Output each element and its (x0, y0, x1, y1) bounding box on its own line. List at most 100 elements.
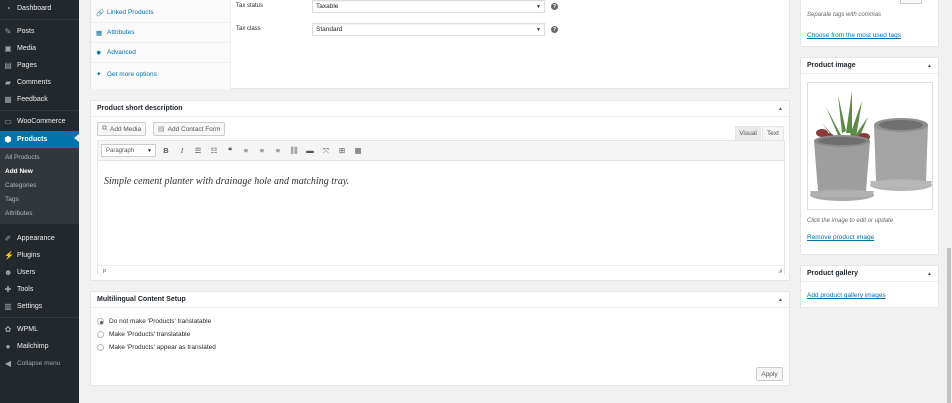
tab-attributes[interactable]: ▦ Attributes (91, 23, 230, 43)
menu-media[interactable]: ▣ Media (0, 41, 79, 56)
menu-appearance[interactable]: ✐ Appearance (0, 231, 79, 246)
product-icon: ⬢ (4, 134, 12, 144)
menu-separator (0, 317, 79, 318)
scrollbar-thumb[interactable] (947, 248, 951, 403)
page-scrollbar[interactable] (946, 0, 952, 403)
mailchimp-icon: ● (5, 341, 11, 351)
collapse-arrow-icon[interactable]: ▲ (927, 63, 932, 69)
menu-dashboard[interactable]: ◔ Dashboard (0, 1, 79, 16)
radio-button[interactable] (97, 331, 104, 338)
menu-label: Products (17, 136, 48, 143)
radio-button[interactable] (97, 318, 104, 325)
product-image-thumbnail[interactable] (807, 82, 933, 210)
product-gallery-panel: Product gallery ▲ Add product gallery im… (800, 265, 939, 308)
add-tag-button[interactable] (900, 0, 922, 4)
link-icon[interactable]: ⛓ (288, 144, 300, 157)
menu-mailchimp[interactable]: ● Mailchimp (0, 339, 79, 354)
menu-label: Settings (17, 303, 43, 310)
align-left-icon[interactable]: ≡ (240, 144, 252, 157)
blockquote-icon[interactable]: ❝ (224, 144, 236, 157)
menu-posts[interactable]: ✎ Posts (0, 24, 79, 39)
tab-text[interactable]: Text (762, 126, 784, 140)
help-icon[interactable]: ? (551, 26, 558, 33)
fullscreen-icon[interactable]: ⤧ (320, 144, 332, 157)
collapse-arrow-icon[interactable]: ▲ (778, 297, 783, 303)
element-path[interactable]: p (103, 268, 106, 274)
bold-icon[interactable]: B (160, 144, 172, 157)
wpml-icon: ✿ (4, 324, 12, 334)
radio-option-not-translatable[interactable]: Do not make 'Products' translatable (97, 318, 211, 325)
admin-sidebar: ◔ Dashboard ✎ Posts ▣ Media ▤ Pages ▰ Comment… (0, 0, 79, 403)
align-center-icon[interactable]: ≡ (256, 144, 268, 157)
radio-label: Make 'Products' translatable (109, 331, 191, 338)
brush-icon: ✐ (4, 233, 12, 243)
add-media-button[interactable]: ⧉ Add Media (97, 122, 147, 136)
users-icon: ☻ (4, 267, 13, 277)
table-icon[interactable]: ⊞ (336, 144, 348, 157)
product-data-panel: 🔗 Linked Products ▦ Attributes ✹ Advanced ✦… (90, 0, 790, 89)
align-right-icon[interactable]: ≡ (272, 144, 284, 157)
collapse-arrow-icon[interactable]: ▲ (778, 106, 783, 112)
tax-class-select[interactable]: Standard ▼ (312, 23, 545, 36)
radio-button[interactable] (97, 344, 104, 351)
apply-button[interactable]: Apply (756, 367, 783, 381)
plugin-icon: ✦ (96, 71, 102, 78)
menu-plugins[interactable]: ⚡ Plugins (0, 248, 79, 263)
menu-settings[interactable]: ▥ Settings (0, 299, 79, 314)
wrench-icon: ✚ (4, 284, 12, 294)
help-icon[interactable]: ? (551, 3, 558, 10)
menu-separator (0, 19, 79, 20)
remove-product-image-link[interactable]: Remove product image (807, 234, 874, 241)
panel-header[interactable]: Product image ▲ (801, 58, 938, 74)
menu-comments[interactable]: ▰ Comments (0, 75, 79, 90)
menu-wpml[interactable]: ✿ WPML (0, 322, 79, 337)
tab-advanced[interactable]: ✹ Advanced (91, 43, 230, 63)
collapse-arrow-icon[interactable]: ▲ (927, 271, 932, 277)
panel-title: Product image (807, 62, 856, 69)
submenu-add-new[interactable]: Add New (5, 168, 33, 175)
tab-label: Attributes (107, 29, 135, 36)
add-contact-form-button[interactable]: ▤ Add Contact Form (153, 122, 226, 136)
submenu-all-products[interactable]: All Products (5, 154, 40, 161)
editor-text[interactable]: Simple cement planter with drainage hole… (104, 176, 349, 187)
choose-tags-link[interactable]: Choose from the most used tags (807, 32, 901, 39)
tax-status-label: Tax status (236, 3, 264, 9)
tab-linked-products[interactable]: 🔗 Linked Products (91, 3, 230, 23)
read-more-icon[interactable]: ▬ (304, 144, 316, 157)
panel-header[interactable]: Multilingual Content Setup ▲ (91, 292, 789, 308)
menu-pages[interactable]: ▤ Pages (0, 58, 79, 73)
format-select[interactable]: Paragraph ▼ (101, 144, 156, 157)
menu-users[interactable]: ☻ Users (0, 265, 79, 280)
planter-image (810, 91, 932, 201)
panel-header[interactable]: Product short description ▲ (91, 101, 789, 117)
menu-label: Feedback (17, 96, 48, 103)
submenu-tags[interactable]: Tags (5, 196, 19, 203)
submenu-categories[interactable]: Categories (5, 182, 36, 189)
menu-products[interactable]: ⬢ Products (0, 131, 79, 148)
short-description-panel: Product short description ▲ ⧉ Add Media ▤… (90, 100, 790, 281)
numbered-list-icon[interactable]: ☷ (208, 144, 220, 157)
menu-separator (0, 110, 79, 111)
menu-tools[interactable]: ✚ Tools (0, 282, 79, 297)
tags-panel: Separate tags with commas Choose from th… (800, 0, 939, 47)
italic-icon[interactable]: I (176, 144, 188, 157)
resize-handle-icon[interactable]: ◢ (778, 268, 782, 274)
panel-header[interactable]: Product gallery ▲ (801, 266, 938, 282)
submenu-attributes[interactable]: Attributes (5, 210, 32, 217)
radio-option-appear-translated[interactable]: Make 'Products' appear as translated (97, 344, 216, 351)
tab-label: Get more options (107, 70, 157, 78)
editor-content-area[interactable]: Simple cement planter with drainage hole… (98, 162, 784, 265)
bullet-list-icon[interactable]: ☰ (192, 144, 204, 157)
add-gallery-images-link[interactable]: Add product gallery images (807, 292, 886, 299)
menu-label: WooCommerce (17, 118, 66, 125)
tab-visual[interactable]: Visual (735, 126, 761, 140)
radio-option-translatable[interactable]: Make 'Products' translatable (97, 331, 190, 338)
menu-collapse[interactable]: ◀ Collapse menu (0, 356, 79, 371)
tab-get-more-options[interactable]: ✦ Get more options (91, 64, 230, 84)
toolbar-toggle-icon[interactable]: ▦ (352, 144, 364, 157)
product-image-panel: Product image ▲ Click the image to edit … (800, 57, 939, 255)
menu-woocommerce[interactable]: ▭ WooCommerce (0, 114, 79, 129)
menu-feedback[interactable]: ▦ Feedback (0, 92, 79, 107)
tax-status-select[interactable]: Taxable ▼ (312, 0, 545, 13)
button-label: Add Contact Form (167, 125, 221, 133)
